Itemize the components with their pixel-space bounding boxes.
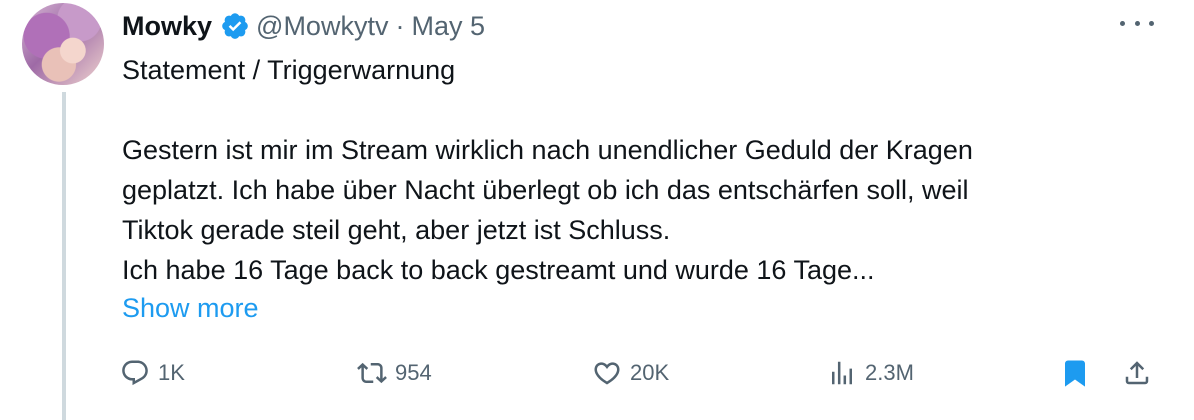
reply-icon <box>122 360 148 386</box>
tweet-line: Gestern ist mir im Stream wirklich nach … <box>122 135 973 165</box>
reply-button[interactable]: 1K <box>120 351 185 395</box>
tweet-text: Statement / Triggerwarnung Gestern ist m… <box>122 50 1122 290</box>
tweet-line: geplatzt. Ich habe über Nacht überlegt o… <box>122 175 969 205</box>
more-icon[interactable] <box>1120 10 1154 36</box>
views-button[interactable]: 2.3M <box>827 351 914 395</box>
share-icon <box>1125 361 1149 385</box>
tweet-header: Mowky @Mowkytv · May 5 <box>122 6 485 46</box>
separator-dot: · <box>395 10 405 41</box>
verified-badge-icon <box>220 11 250 41</box>
bookmark-button[interactable] <box>1060 351 1090 395</box>
share-button[interactable] <box>1122 351 1152 395</box>
show-more-link[interactable]: Show more <box>122 288 259 328</box>
like-button[interactable]: 20K <box>592 351 669 395</box>
avatar[interactable] <box>22 3 104 85</box>
like-count: 20K <box>630 360 670 385</box>
tweet-line: Tiktok gerade steil geht, aber jetzt ist… <box>122 215 671 245</box>
tweet: Mowky @Mowkytv · May 5 Statement / Trigg… <box>0 0 1194 420</box>
bookmark-icon <box>1065 360 1085 387</box>
retweet-button[interactable]: 954 <box>357 351 432 395</box>
views-icon <box>832 361 852 385</box>
view-count: 2.3M <box>865 360 914 385</box>
reply-count: 1K <box>158 360 185 385</box>
retweet-icon <box>357 362 387 384</box>
tweet-line: Ich habe 16 Tage back to back gestreamt … <box>122 255 875 285</box>
author-handle[interactable]: @Mowkytv <box>256 11 388 42</box>
tweet-line-break <box>122 90 1122 130</box>
like-icon <box>594 362 620 385</box>
retweet-count: 954 <box>395 360 432 385</box>
author-name[interactable]: Mowky <box>122 11 212 42</box>
action-bar: 1K 954 20K 2.3M <box>0 351 1194 395</box>
tweet-date[interactable]: May 5 <box>411 11 485 42</box>
tweet-line: Statement / Triggerwarnung <box>122 55 456 85</box>
